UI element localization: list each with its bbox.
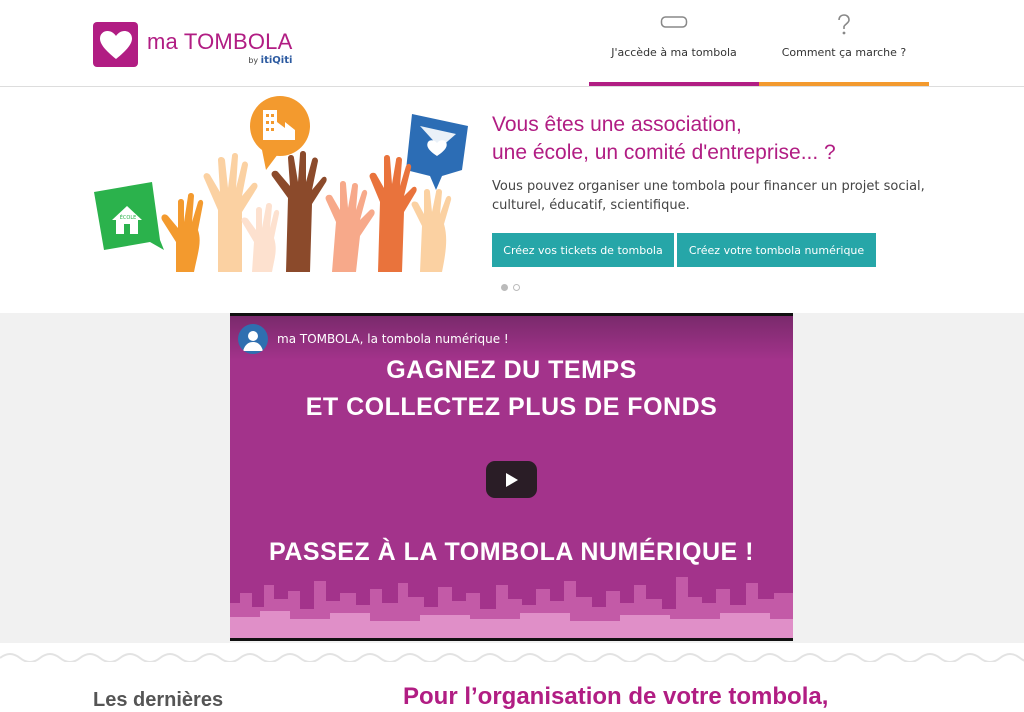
play-button[interactable] <box>486 461 537 498</box>
site-logo[interactable]: ma TOMBOLA by itiQiti <box>93 22 292 67</box>
hero-description: Vous pouvez organiser une tombola pour f… <box>492 179 925 213</box>
latest-heading: Les dernières <box>93 689 224 711</box>
nav-item-how-it-works[interactable]: Comment ça marche ? <box>759 0 929 86</box>
heart-logo-icon <box>93 22 138 67</box>
nav-item-label: J'accède à ma tombola <box>611 46 737 59</box>
hero-title: Vous êtes une association, une école, un… <box>492 111 836 167</box>
heart-ticket-bubble-icon <box>406 114 468 190</box>
question-icon <box>759 14 929 36</box>
organisation-heading: Pour l’organisation de votre tombola, <box>403 683 829 710</box>
ticket-icon <box>589 14 759 30</box>
video-title[interactable]: ma TOMBOLA, la tombola numérique ! <box>277 332 509 346</box>
play-icon <box>505 472 518 487</box>
create-tickets-button[interactable]: Créez vos tickets de tombola <box>492 233 674 267</box>
nav-item-label: Comment ça marche ? <box>781 46 907 59</box>
hands-group <box>161 151 452 272</box>
slider-dot-1[interactable] <box>501 284 508 291</box>
hero-title-line1: Vous êtes une association, <box>492 113 742 136</box>
create-digital-tombola-button[interactable]: Créez votre tombola numérique <box>677 233 876 267</box>
video-player[interactable]: ma TOMBOLA, la tombola numérique ! GAGNE… <box>230 313 793 641</box>
city-skyline-illustration <box>230 577 793 638</box>
video-headline-2: ET COLLECTEZ PLUS DE FONDS <box>305 393 718 421</box>
logo-by-prefix: by <box>248 56 259 65</box>
video-headline-1: GAGNEZ DU TEMPS <box>386 356 637 384</box>
site-header: ma TOMBOLA by itiQiti J'accède à ma tomb… <box>0 0 1024 87</box>
logo-byline: by itiQiti <box>147 55 292 66</box>
hero-title-line2: une école, un comité d'entreprise... ? <box>492 141 836 164</box>
nav-active-bar <box>589 82 759 86</box>
nav-item-access-tombola[interactable]: J'accède à ma tombola <box>589 0 759 86</box>
raised-hands-illustration: ÉCOLE <box>94 96 468 272</box>
slider-dot-2[interactable] <box>513 284 520 291</box>
slider-pagination <box>501 284 520 291</box>
school-label: ÉCOLE <box>120 213 137 221</box>
channel-avatar-icon[interactable] <box>238 324 268 354</box>
nav-accent-bar <box>759 82 929 86</box>
hero-slider: ÉCOLE Vous êtes une association, une éco… <box>0 87 1024 313</box>
school-bubble-icon: ÉCOLE <box>94 182 164 250</box>
video-section: ma TOMBOLA, la tombola numérique ! GAGNE… <box>0 313 1024 643</box>
logo-by-brand: itiQiti <box>260 55 293 66</box>
logo-name: ma TOMBOLA <box>147 29 293 54</box>
wavy-divider <box>0 653 1024 662</box>
